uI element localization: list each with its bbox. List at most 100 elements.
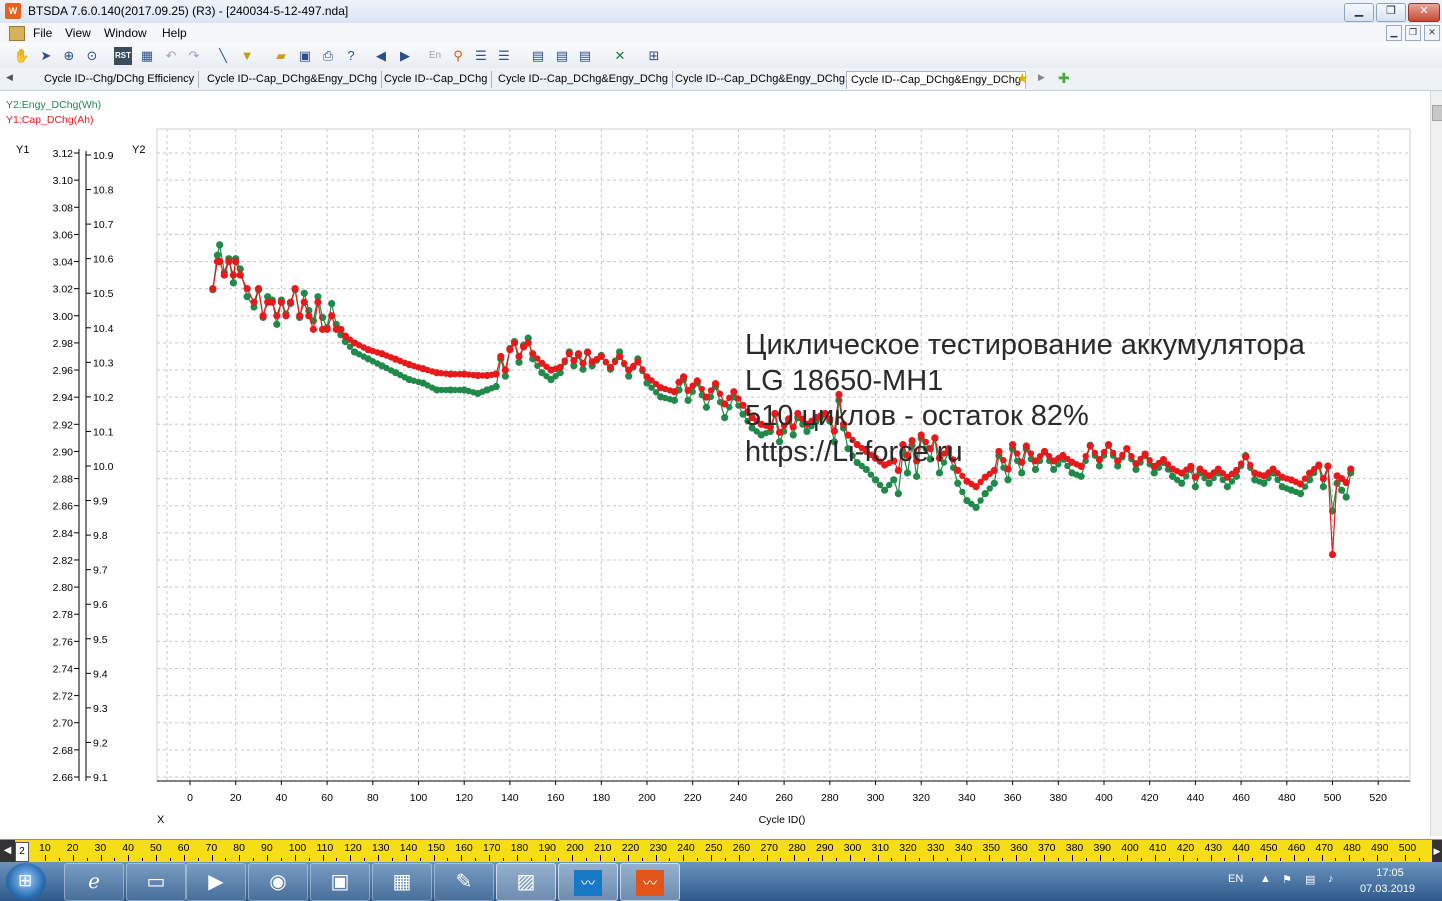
data-point-cap[interactable] xyxy=(524,339,532,347)
data-point-engy[interactable] xyxy=(913,472,921,480)
menu-window[interactable]: Window xyxy=(104,26,147,40)
chrome-icon[interactable]: ◉ xyxy=(248,863,308,901)
data-point-engy[interactable] xyxy=(894,490,902,498)
data-point-engy[interactable] xyxy=(1205,479,1213,487)
data-point-cap[interactable] xyxy=(250,298,258,306)
data-point-engy[interactable] xyxy=(935,469,944,477)
btsda-blue-icon[interactable]: 〰 xyxy=(558,863,618,901)
data-point-cap[interactable] xyxy=(209,285,217,293)
data-point-engy[interactable] xyxy=(1342,493,1350,501)
data-point-cap[interactable] xyxy=(300,298,308,306)
data-point-cap[interactable] xyxy=(634,358,642,366)
data-point-engy[interactable] xyxy=(273,320,281,328)
action-center-icon[interactable]: ⚑ xyxy=(1282,873,1292,886)
data-point-cap[interactable] xyxy=(583,348,592,357)
data-point-cap[interactable] xyxy=(259,312,267,320)
table-icon[interactable]: ▦ xyxy=(138,47,156,65)
app-logo-icon[interactable]: W xyxy=(5,3,21,19)
paint-icon[interactable]: ✎ xyxy=(434,863,494,901)
data-point-engy[interactable] xyxy=(702,403,711,411)
data-point-engy[interactable] xyxy=(890,476,898,484)
filter-icon[interactable]: ▼ xyxy=(238,47,256,65)
pointer-icon[interactable]: ➤ xyxy=(37,47,55,65)
scrollbar-thumb[interactable] xyxy=(1432,105,1442,121)
data-point-cap[interactable] xyxy=(337,325,345,333)
data-point-cap[interactable] xyxy=(232,257,240,266)
tray-expand-icon[interactable]: ▲ xyxy=(1260,873,1271,885)
ruler-right-arrow-icon[interactable]: ▶ xyxy=(1432,840,1442,862)
zoom-icon[interactable]: ⊙ xyxy=(83,47,101,65)
data-point-engy[interactable] xyxy=(216,241,224,249)
close-button[interactable]: ✕ xyxy=(1408,3,1440,22)
data-point-cap[interactable] xyxy=(216,257,224,266)
data-point-cap[interactable] xyxy=(606,363,615,371)
tab-chg-dchg-efficiency[interactable]: Cycle ID--Chg/DChg Efficiency xyxy=(40,71,200,88)
language-indicator[interactable]: EN xyxy=(1228,873,1243,885)
data-point-cap[interactable] xyxy=(492,370,500,378)
network-icon[interactable]: ▤ xyxy=(1305,873,1315,886)
chart-area[interactable]: Y2:Engy_DChg(Wh) Y1:Cap_DChg(Ah) Y1 2.66 2.6… xyxy=(0,91,1430,836)
data-point-engy[interactable] xyxy=(954,479,962,487)
tab-cap-dchg[interactable]: Cycle ID--Cap_DChg xyxy=(380,71,493,88)
data-point-cap[interactable] xyxy=(556,363,564,371)
list-a-icon[interactable]: ☰ xyxy=(472,47,490,65)
data-point-engy[interactable] xyxy=(981,490,989,498)
data-point-cap[interactable] xyxy=(220,271,228,279)
data-point-engy[interactable] xyxy=(1004,476,1012,484)
data-point-cap[interactable] xyxy=(579,359,587,367)
cycle-ruler[interactable]: ◀ 2 10 20 30 40 50 60 70 80 90 100 110 120 130 140 150… xyxy=(0,839,1442,863)
data-point-engy[interactable] xyxy=(990,479,998,487)
data-point-cap[interactable] xyxy=(1319,474,1327,483)
data-point-engy[interactable] xyxy=(492,382,500,391)
save-icon[interactable]: ▣ xyxy=(296,47,314,65)
data-point-cap[interactable] xyxy=(702,393,711,401)
data-point-engy[interactable] xyxy=(1018,469,1026,477)
print-icon[interactable]: ⎙ xyxy=(319,47,337,65)
line-tool-icon[interactable]: ╲ xyxy=(214,47,232,65)
data-point-engy[interactable] xyxy=(328,299,336,308)
menu-view[interactable]: View xyxy=(65,26,91,40)
data-point-cap[interactable] xyxy=(721,400,729,408)
data-point-engy[interactable] xyxy=(300,289,308,297)
data-point-cap[interactable] xyxy=(510,339,519,347)
data-point-cap[interactable] xyxy=(1315,461,1323,469)
data-point-cap[interactable] xyxy=(1328,550,1337,559)
data-point-engy[interactable] xyxy=(1260,479,1268,487)
tab-cap-engy-dchg-2[interactable]: Cycle ID--Cap_DChg&Engy_DChg xyxy=(494,71,673,88)
menu-help[interactable]: Help xyxy=(162,26,187,40)
data-point-cap[interactable] xyxy=(1191,473,1199,481)
data-point-cap[interactable] xyxy=(323,325,331,333)
data-point-cap[interactable] xyxy=(314,298,322,306)
data-point-cap[interactable] xyxy=(229,271,238,279)
grid-b-icon[interactable]: ▤ xyxy=(553,47,571,65)
data-point-engy[interactable] xyxy=(903,469,912,477)
data-point-engy[interactable] xyxy=(972,503,980,512)
calculator-icon[interactable]: ▦ xyxy=(372,863,432,901)
data-point-cap[interactable] xyxy=(1296,480,1305,488)
data-point-cap[interactable] xyxy=(679,373,688,381)
rst-icon[interactable]: RST xyxy=(114,47,132,65)
data-point-cap[interactable] xyxy=(501,366,509,374)
menu-file[interactable]: File xyxy=(33,26,52,40)
data-point-cap[interactable] xyxy=(273,312,281,320)
back-arrow-icon[interactable]: ◀ xyxy=(372,47,390,65)
data-point-engy[interactable] xyxy=(1150,469,1158,477)
data-point-cap[interactable] xyxy=(328,312,336,320)
data-point-engy[interactable] xyxy=(871,476,880,484)
data-point-cap[interactable] xyxy=(305,312,313,320)
data-point-cap[interactable] xyxy=(615,352,624,361)
data-point-cap[interactable] xyxy=(243,285,251,293)
marker-icon[interactable]: ⚲ xyxy=(449,47,467,65)
excel-icon[interactable]: ✕ xyxy=(611,47,629,65)
data-point-cap[interactable] xyxy=(309,325,317,333)
data-point-cap[interactable] xyxy=(565,350,573,358)
data-point-cap[interactable] xyxy=(291,285,299,293)
grid-a-icon[interactable]: ▤ xyxy=(529,47,547,65)
data-point-engy[interactable] xyxy=(1223,483,1231,491)
tab-cap-engy-dchg-3[interactable]: Cycle ID--Cap_DChg&Engy_DChg xyxy=(671,71,850,88)
data-point-cap[interactable] xyxy=(236,271,244,279)
data-point-cap[interactable] xyxy=(1342,479,1350,487)
open-folder-icon[interactable]: ▰ xyxy=(272,47,290,65)
tab-cap-engy-dchg-active[interactable]: Cycle ID--Cap_DChg&Engy_DChg xyxy=(846,71,1026,89)
data-point-engy[interactable] xyxy=(881,486,889,494)
